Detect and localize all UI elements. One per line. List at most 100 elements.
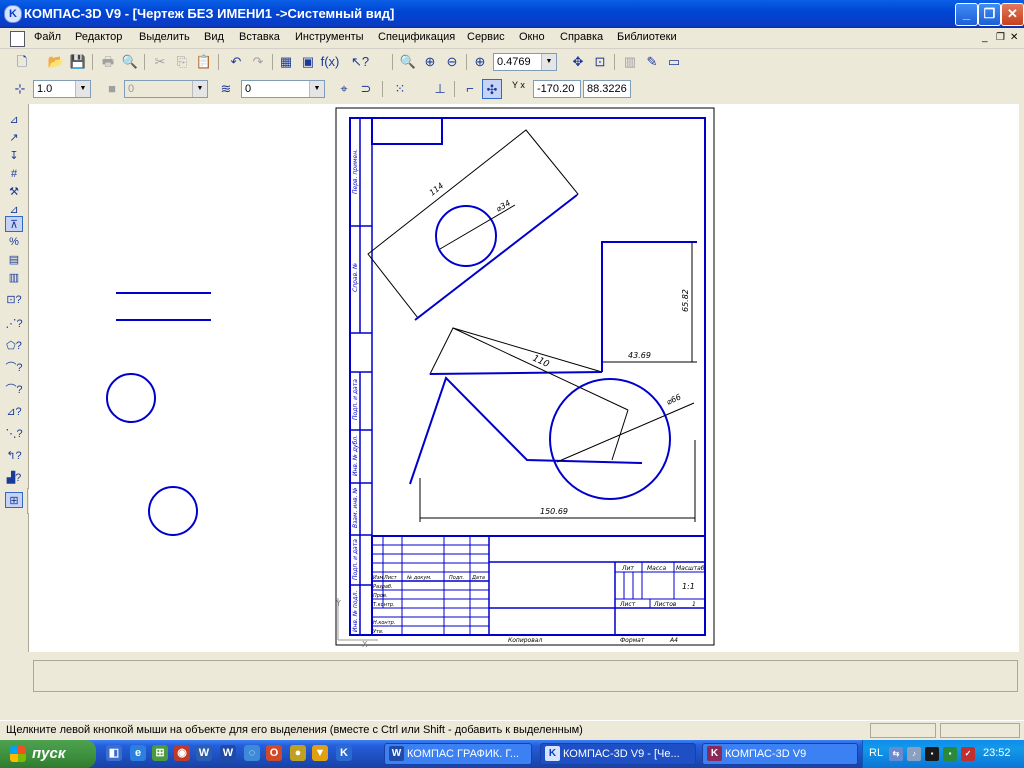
- redo-icon[interactable]: ↷: [248, 52, 268, 72]
- maximize-button[interactable]: ❐: [978, 3, 1001, 26]
- selection-icon[interactable]: ⊼: [5, 216, 23, 232]
- copy-icon[interactable]: ⎘: [172, 52, 192, 72]
- opera-icon[interactable]: O: [266, 745, 282, 761]
- nvidia-icon[interactable]: ▪: [925, 747, 939, 761]
- function-icon[interactable]: f(x): [320, 52, 340, 72]
- parametrization-icon[interactable]: ⚒: [5, 184, 23, 200]
- cut-icon[interactable]: ✂: [150, 52, 170, 72]
- task-kompas-graphic[interactable]: W КОМПАС ГРАФИК. Г...: [384, 743, 532, 765]
- spec-icon[interactable]: ▤: [5, 252, 23, 268]
- menu-insert[interactable]: Вставка: [239, 31, 280, 43]
- search-icon[interactable]: ◌: [244, 745, 260, 761]
- select-by-type-icon[interactable]: ⊿?: [5, 404, 23, 420]
- print-preview-icon[interactable]: 🔍: [120, 52, 140, 72]
- save-icon[interactable]: 💾: [68, 52, 88, 72]
- select-similar-icon[interactable]: ▟?: [5, 470, 23, 486]
- select-all-icon[interactable]: ↰?: [5, 448, 23, 464]
- security-icon[interactable]: ✓: [961, 747, 975, 761]
- clock[interactable]: 23:52: [983, 747, 1011, 759]
- dimensions-icon[interactable]: ↗: [5, 130, 23, 146]
- magnet-icon[interactable]: ⊃: [356, 79, 376, 99]
- snap-icon[interactable]: ✣: [482, 79, 502, 99]
- layers-icon[interactable]: ≋: [216, 79, 236, 99]
- language-indicator[interactable]: RL: [869, 747, 883, 759]
- nero-icon[interactable]: ▼: [312, 745, 328, 761]
- zoom-scale-input[interactable]: 0.4769 ▼: [493, 53, 557, 71]
- geometry-icon[interactable]: ⊿: [5, 112, 23, 128]
- minimize-button[interactable]: _: [955, 3, 978, 26]
- menu-spec[interactable]: Спецификация: [378, 31, 455, 43]
- style-select[interactable]: 0 ▼: [124, 80, 208, 98]
- select-by-style-icon[interactable]: ⌒?: [5, 382, 23, 398]
- explorer-icon[interactable]: ⊞: [152, 745, 168, 761]
- title-bar[interactable]: K КОМПАС-3D V9 - [Чертеж БЕЗ ИМЕНИ1 ->Си…: [0, 0, 1024, 28]
- select-group-icon[interactable]: ⊞: [5, 492, 23, 508]
- open-folder-icon[interactable]: 📂: [46, 52, 66, 72]
- zoom-window-icon[interactable]: 🔍: [398, 52, 418, 72]
- kompas-quick-icon[interactable]: K: [336, 745, 352, 761]
- ie-icon[interactable]: e: [130, 745, 146, 761]
- winamp-icon[interactable]: W: [196, 745, 212, 761]
- show-all-icon[interactable]: ⊡: [590, 52, 610, 72]
- associative-views-icon[interactable]: %: [5, 234, 23, 250]
- coord-x-input[interactable]: -170.20: [533, 80, 581, 98]
- help-pointer-icon[interactable]: ↖?: [350, 52, 370, 72]
- tree-manager-icon[interactable]: ▦: [276, 52, 296, 72]
- grid-icon[interactable]: ⁙: [390, 79, 410, 99]
- menu-select[interactable]: Выделить: [139, 31, 190, 43]
- chevron-down-icon[interactable]: ▼: [541, 54, 556, 70]
- editing-icon[interactable]: #: [5, 166, 23, 182]
- media-icon[interactable]: ◉: [174, 745, 190, 761]
- task-kompas-drawing[interactable]: K КОМПАС-3D V9 - [Че...: [540, 743, 696, 765]
- undo-icon[interactable]: ↶: [226, 52, 246, 72]
- chevron-down-icon[interactable]: ▼: [75, 81, 90, 97]
- menu-help[interactable]: Справка: [560, 31, 603, 43]
- zoom-scale-icon[interactable]: ⊕: [470, 52, 490, 72]
- new-document-icon[interactable]: 🗋: [12, 52, 32, 72]
- pan-icon[interactable]: ✥: [568, 52, 588, 72]
- reports-icon[interactable]: ▥: [5, 270, 23, 286]
- menu-service[interactable]: Сервис: [467, 31, 505, 43]
- menu-tools[interactable]: Инструменты: [295, 31, 364, 43]
- local-axes-icon[interactable]: ⊥: [430, 79, 450, 99]
- style-icon[interactable]: ■: [102, 79, 122, 99]
- desktop-icon[interactable]: ◧: [106, 745, 122, 761]
- redraw-icon[interactable]: ▥: [620, 52, 640, 72]
- mdi-minimize-button[interactable]: _: [982, 32, 988, 43]
- menu-editor[interactable]: Редактор: [75, 31, 122, 43]
- regenerate-icon[interactable]: ✎: [642, 52, 662, 72]
- mdi-close-button[interactable]: ✕: [1010, 32, 1018, 43]
- mdi-restore-button[interactable]: ❐: [996, 32, 1005, 43]
- print-icon[interactable]: 🖶: [98, 52, 118, 72]
- kompas-logo-icon[interactable]: K: [4, 5, 22, 23]
- view-manager-icon[interactable]: ▭: [664, 52, 684, 72]
- line-width-select[interactable]: 1.0 ▼: [33, 80, 91, 98]
- chevron-down-icon[interactable]: ▼: [309, 81, 324, 97]
- network-icon[interactable]: ⇆: [889, 747, 903, 761]
- volume-icon[interactable]: ♪: [907, 747, 921, 761]
- zoom-in-icon[interactable]: ⊕: [420, 52, 440, 72]
- select-by-rect-icon[interactable]: ⊡?: [5, 292, 23, 308]
- paste-icon[interactable]: 📋: [194, 52, 214, 72]
- coord-y-input[interactable]: 88.3226: [583, 80, 631, 98]
- ortho-mode-icon[interactable]: ⌐: [460, 79, 480, 99]
- select-by-view-icon[interactable]: ⌒?: [5, 360, 23, 376]
- layer-select[interactable]: 0 ▼: [241, 80, 325, 98]
- notation-icon[interactable]: ↧: [5, 148, 23, 164]
- menu-view[interactable]: Вид: [204, 31, 224, 43]
- document-icon[interactable]: [10, 31, 25, 47]
- drawing-canvas[interactable]: Перв. примен. Справ. № Подп. и дата Инв.…: [29, 104, 1019, 652]
- start-button[interactable]: пуск: [0, 740, 96, 768]
- properties-icon[interactable]: ⌖: [334, 79, 354, 99]
- select-by-line-icon[interactable]: ⋰?: [5, 316, 23, 332]
- player-icon[interactable]: ●: [290, 745, 306, 761]
- menu-libraries[interactable]: Библиотеки: [617, 31, 677, 43]
- monitor-icon[interactable]: ▪: [943, 747, 957, 761]
- local-cs-icon[interactable]: ⊹: [10, 79, 30, 99]
- zoom-out-icon[interactable]: ⊖: [442, 52, 462, 72]
- menu-file[interactable]: Файл: [34, 31, 61, 43]
- close-button[interactable]: ✕: [1001, 3, 1024, 26]
- word-icon[interactable]: W: [220, 745, 236, 761]
- select-by-layer-icon[interactable]: ⬠?: [5, 338, 23, 354]
- chevron-down-icon[interactable]: ▼: [192, 81, 207, 97]
